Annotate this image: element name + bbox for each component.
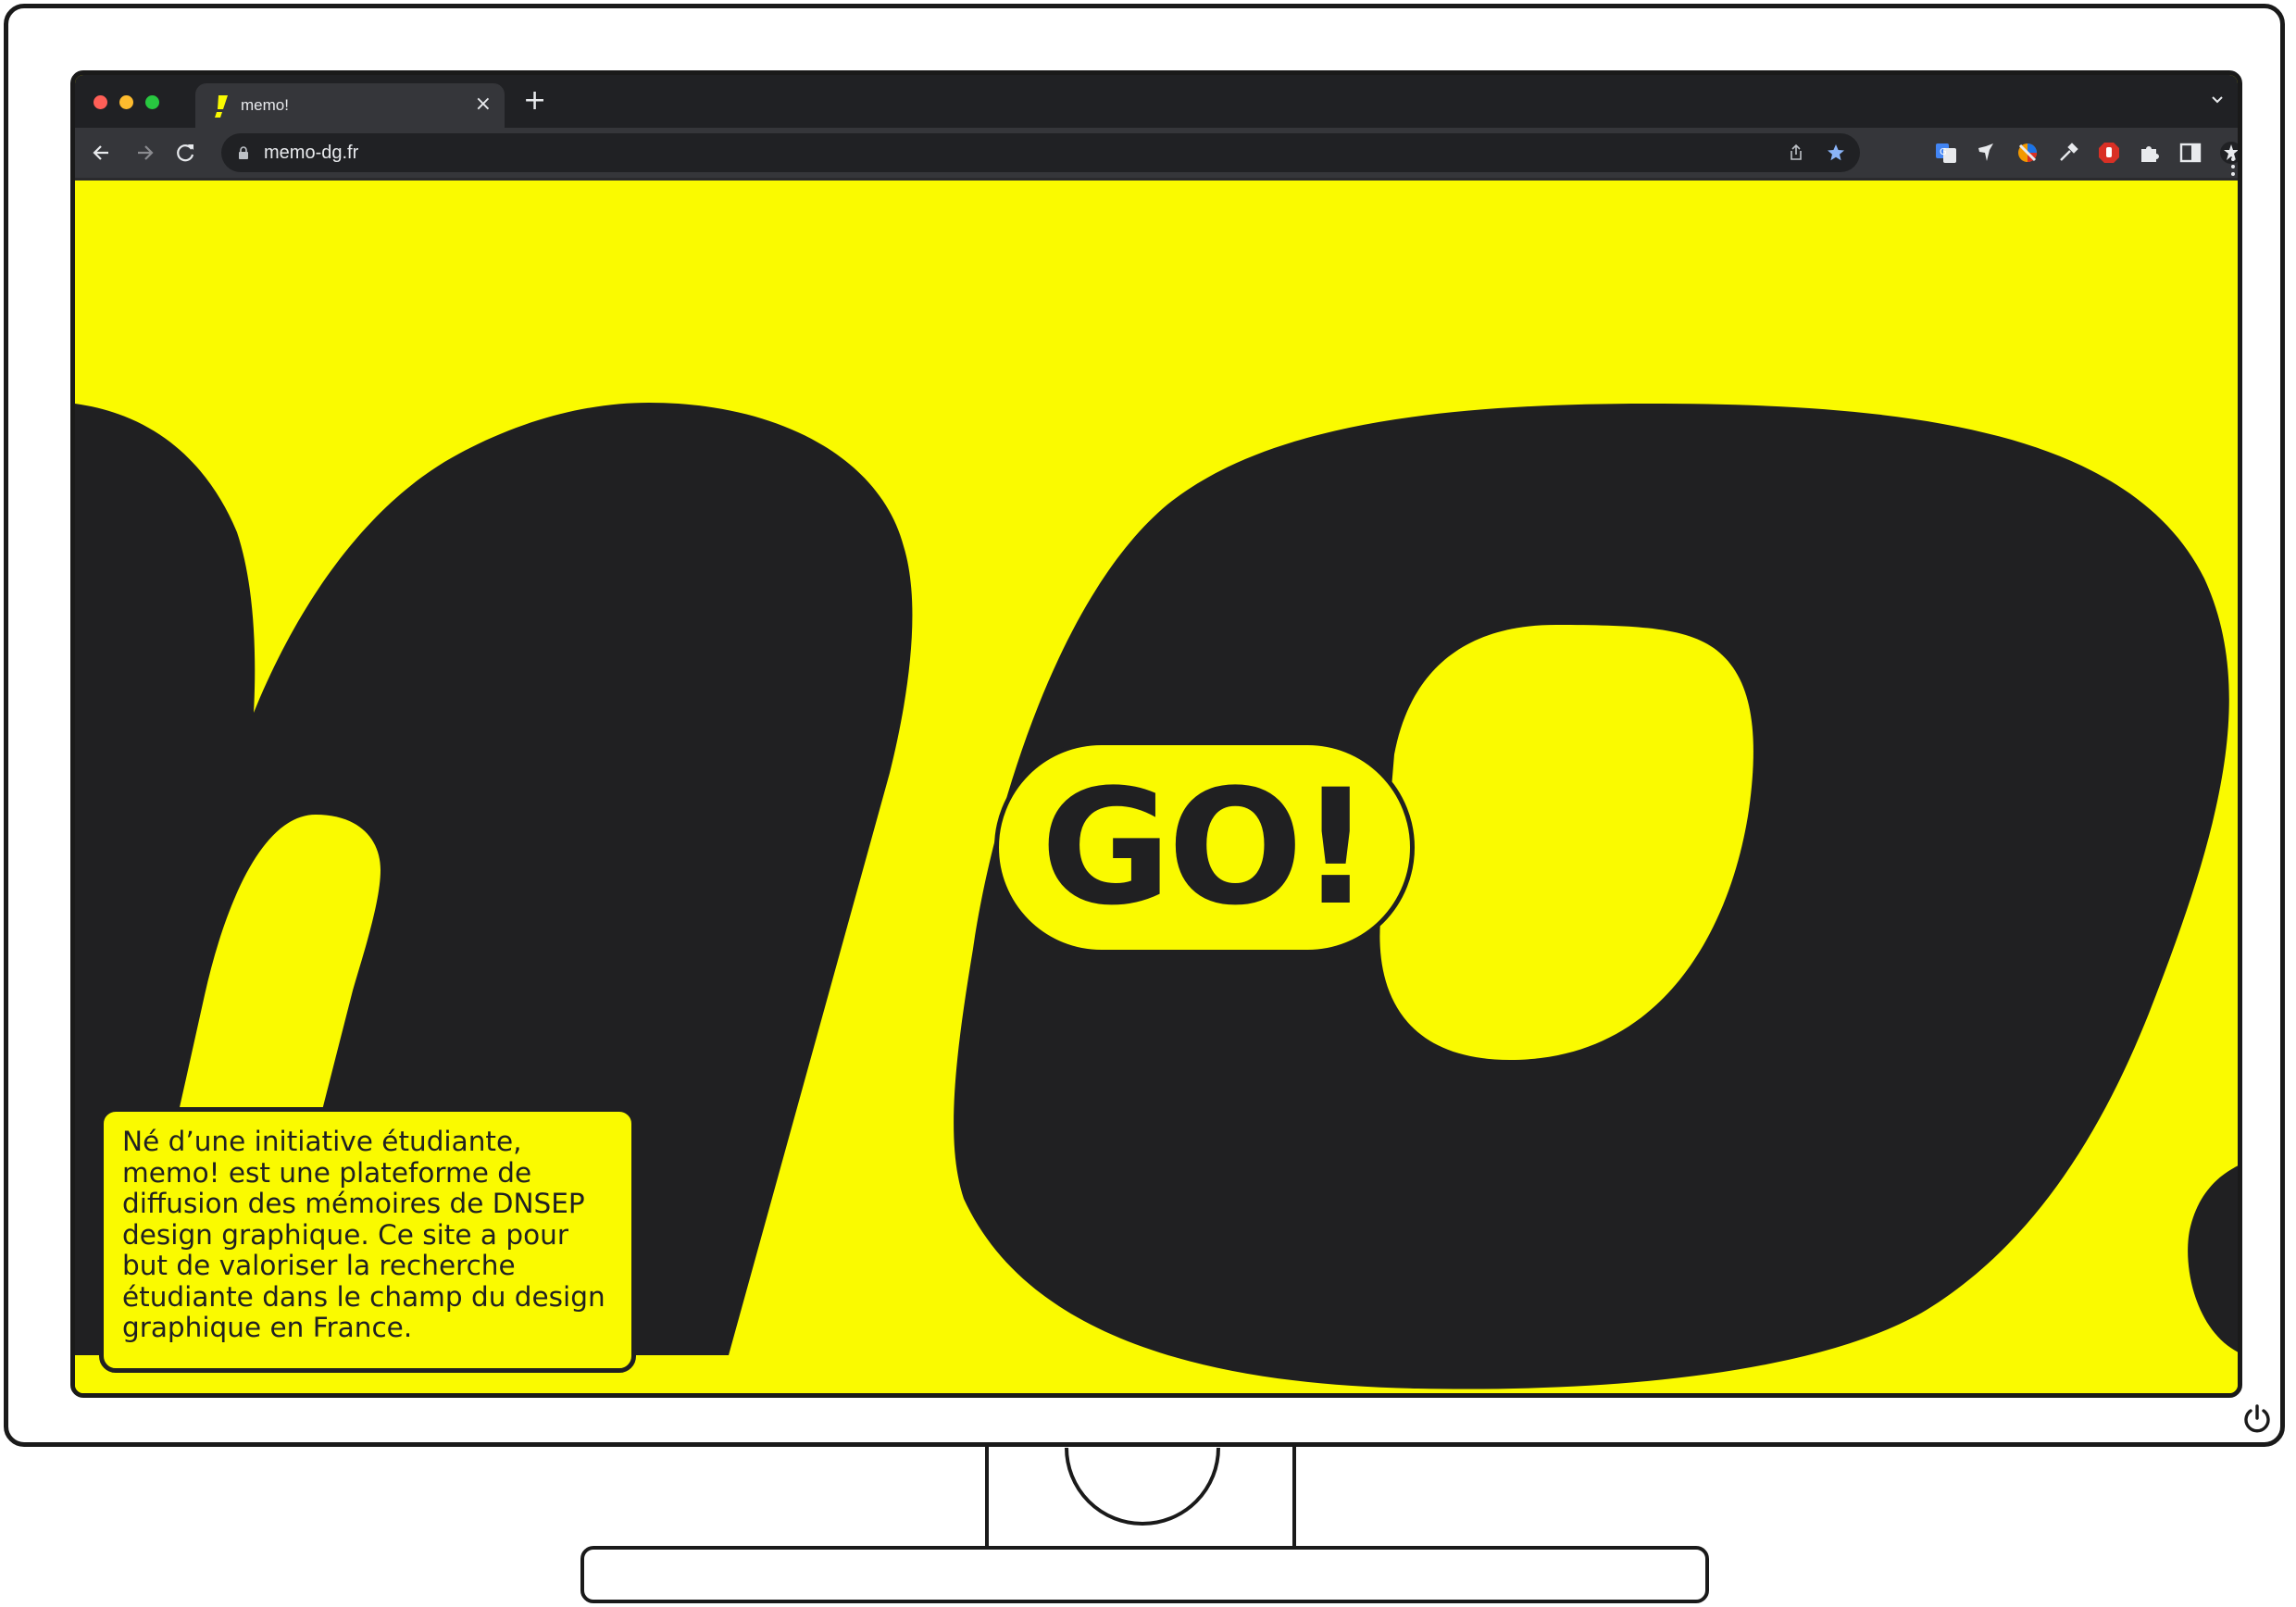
url-text[interactable]: memo-dg.fr (264, 143, 358, 164)
tab-title: memo! (241, 96, 289, 114)
window-close-button[interactable] (94, 95, 107, 109)
chevron-down-icon[interactable] (2208, 90, 2227, 108)
go-button[interactable]: GO! (994, 741, 1415, 954)
letter-next-shape (2188, 1165, 2238, 1352)
back-arrow-icon[interactable] (88, 139, 116, 167)
kebab-menu-icon[interactable] (2221, 155, 2242, 179)
power-icon[interactable] (2240, 1402, 2274, 1436)
side-panel-icon[interactable] (2178, 141, 2202, 165)
page-viewport: GO! Né d’une initiative étudiante, memo!… (75, 181, 2238, 1393)
forward-arrow-icon[interactable] (131, 139, 158, 167)
google-translate-icon[interactable]: G (1934, 141, 1958, 165)
window-maximize-button[interactable] (145, 95, 159, 109)
browser-toolbar: memo-dg.fr G (75, 128, 2238, 178)
browser-window: memo! × + memo-dg.fr G GO! Né d’une init… (70, 70, 2242, 1398)
intro-paragraph: Né d’une initiative étudiante, memo! est… (122, 1126, 605, 1343)
reload-icon[interactable] (171, 139, 199, 167)
go-button-label: GO! (1041, 754, 1372, 941)
memo-exclamation-icon (215, 95, 228, 118)
monitor-frame: memo! × + memo-dg.fr G GO! Né d’une init… (4, 4, 2285, 1447)
monitor-neck-left (985, 1447, 989, 1548)
address-bar[interactable]: memo-dg.fr (221, 133, 1860, 172)
monitor-neck-right (1292, 1447, 1296, 1548)
color-wheel-icon[interactable] (2015, 141, 2040, 165)
svg-text:G: G (1940, 147, 1947, 157)
bookmark-star-icon[interactable] (1826, 143, 1846, 163)
bird-extension-icon[interactable] (1975, 141, 1999, 165)
tab-close-icon[interactable]: × (475, 93, 492, 116)
monitor-base (580, 1546, 1709, 1603)
window-minimize-button[interactable] (119, 95, 133, 109)
eyedropper-icon[interactable] (2056, 141, 2080, 165)
tab-strip: memo! × + (75, 75, 2238, 128)
lock-icon[interactable] (238, 145, 249, 160)
tab-memo[interactable]: memo! × (195, 83, 505, 128)
intro-text-box: Né d’une initiative étudiante, memo! est… (99, 1107, 636, 1373)
share-icon[interactable] (1786, 143, 1806, 163)
puzzle-extensions-icon[interactable] (2138, 141, 2162, 165)
new-tab-button[interactable]: + (523, 87, 546, 115)
stop-hand-icon[interactable] (2097, 141, 2121, 165)
